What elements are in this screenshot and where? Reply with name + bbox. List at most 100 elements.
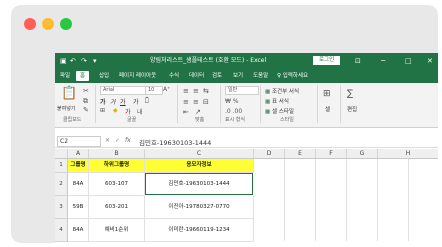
customize-icon[interactable]: ▾: [93, 55, 97, 67]
merge-icon[interactable]: ⊟: [203, 98, 209, 106]
row-header[interactable]: 2: [55, 173, 68, 196]
tab-page-layout[interactable]: 페이지 레이아웃: [119, 71, 156, 81]
tab-home[interactable]: 홈: [76, 71, 90, 81]
cancel-icon[interactable]: ✕: [105, 137, 110, 144]
tell-me-search[interactable]: ♀ 입력하세요: [277, 71, 308, 81]
align-left-icon[interactable]: ≡: [183, 98, 189, 106]
enter-icon[interactable]: ✓: [115, 137, 120, 144]
user-badge[interactable]: 로그인: [313, 56, 341, 65]
font-grow-icon[interactable]: A⁺: [163, 86, 170, 93]
close-dot-icon[interactable]: [24, 18, 36, 30]
empty-cells-area[interactable]: [254, 159, 438, 241]
function-icon[interactable]: fx: [125, 137, 131, 144]
tab-formulas[interactable]: 수식: [169, 71, 179, 81]
cell-styles-label: 셀 스타일: [271, 109, 294, 115]
cell-a4[interactable]: 84A: [68, 219, 89, 242]
undo-icon[interactable]: ↶: [70, 55, 76, 67]
format-as-table-button[interactable]: ▦ 표 서식: [265, 97, 289, 105]
window-title: 양림처리스트_샘플테스트 (호환 모드) - Excel: [150, 57, 267, 64]
format-as-table-label: 표 서식: [271, 99, 289, 105]
decimal-icon[interactable]: .0 .00: [225, 108, 242, 115]
cell-c1[interactable]: 응모자정보: [145, 159, 254, 173]
zoom-dot-icon[interactable]: [60, 18, 72, 30]
name-box[interactable]: C2: [57, 136, 101, 147]
tab-view[interactable]: 보기: [233, 71, 243, 81]
currency-icon[interactable]: ₩ %: [225, 98, 239, 105]
ribbon-options-icon[interactable]: ⊡: [355, 55, 361, 67]
row-header[interactable]: 3: [55, 196, 68, 219]
column-header-g[interactable]: G: [347, 149, 378, 159]
tab-insert[interactable]: 삽입: [99, 71, 109, 81]
cell-b2[interactable]: 603-107: [89, 173, 145, 196]
column-header-a[interactable]: A: [68, 149, 89, 159]
cell-a2[interactable]: 84A: [68, 173, 89, 196]
row-header[interactable]: 1: [55, 159, 68, 173]
formula-input[interactable]: 김민호-19630103-1444: [139, 137, 211, 147]
phonetic-icon[interactable]: 내: [137, 107, 143, 116]
column-header-e[interactable]: E: [285, 149, 316, 159]
align-top-icon[interactable]: ≡: [183, 87, 189, 95]
font-color-icon[interactable]: 가: [125, 107, 131, 116]
format-painter-icon[interactable]: ✎: [83, 106, 89, 114]
italic-icon[interactable]: 가: [110, 97, 116, 106]
number-format-select[interactable]: 일반: [225, 86, 259, 95]
conditional-format-button[interactable]: ▦ 조건부 서식: [265, 87, 299, 95]
column-header-h[interactable]: H: [378, 149, 438, 159]
column-header-f[interactable]: F: [316, 149, 347, 159]
formula-bar: C2 ✕ ✓ fx 김민호-19630103-1444: [55, 135, 438, 148]
close-icon[interactable]: ✕: [427, 55, 433, 67]
cell-c3[interactable]: 이진아-19780327-0770: [145, 196, 254, 219]
minimize-icon[interactable]: ─: [381, 55, 385, 67]
cells-icon[interactable]: ⊞: [323, 89, 331, 99]
fill-color-icon[interactable]: ◆: [113, 107, 118, 114]
cell-styles-button[interactable]: ▦ 셀 스타일: [265, 107, 294, 115]
border-icon[interactable]: ⊞: [100, 107, 105, 114]
bold-icon[interactable]: 가: [100, 97, 106, 106]
tab-file[interactable]: 파일: [60, 71, 70, 81]
wrap-text-icon[interactable]: ⇆: [203, 87, 209, 95]
row-header[interactable]: 4: [55, 219, 68, 242]
ribbon-separator: [177, 85, 178, 123]
cell-c4[interactable]: 이미란-19660119-1234: [145, 219, 254, 242]
minimize-dot-icon[interactable]: [42, 18, 54, 30]
font-name-select[interactable]: Arial: [100, 86, 146, 95]
screenshot-frame: ▣ ↶ ↷ ▾ 양림처리스트_샘플테스트 (호환 모드) - Excel 로그인…: [11, 5, 438, 243]
column-header-c[interactable]: C: [145, 149, 254, 159]
tab-help[interactable]: 도움말: [253, 71, 268, 81]
align-middle-icon[interactable]: ≡: [193, 87, 199, 95]
editing-icon[interactable]: ∑: [347, 89, 353, 99]
indent-icon[interactable]: ⇤: [183, 108, 189, 116]
conditional-format-icon: ▦: [265, 89, 271, 95]
cell-b4[interactable]: 예비1순위: [89, 219, 145, 242]
cell-a1[interactable]: 그룹명: [68, 159, 89, 173]
cell-a3[interactable]: 59B: [68, 196, 89, 219]
tab-review[interactable]: 검토: [212, 71, 222, 81]
cut-icon[interactable]: ✂: [83, 87, 89, 95]
ribbon-separator: [340, 85, 341, 123]
superscript-icon[interactable]: 가̂: [145, 97, 149, 104]
column-header-d[interactable]: D: [254, 149, 285, 159]
select-all-corner[interactable]: [55, 149, 68, 159]
orientation-icon[interactable]: ↗: [195, 108, 201, 116]
maximize-icon[interactable]: □: [405, 55, 412, 67]
tab-data[interactable]: 데이터: [189, 71, 204, 81]
editing-label[interactable]: 편집: [347, 105, 357, 113]
paste-icon[interactable]: 📋: [61, 86, 77, 101]
redo-icon[interactable]: ↷: [81, 55, 87, 67]
align-center-icon[interactable]: ≡: [193, 98, 199, 106]
ribbon-separator: [260, 85, 261, 123]
underline-icon[interactable]: 가: [120, 97, 126, 106]
column-header-b[interactable]: B: [89, 149, 145, 159]
cell-b3[interactable]: 603-201: [89, 196, 145, 219]
worksheet-grid: A B C D E F G H 1 그룹명 하위그룹명 응모자정보 2 84A …: [55, 149, 438, 243]
font-group-label: 글꼴: [127, 117, 137, 123]
strike-icon[interactable]: 가: [133, 97, 139, 106]
cells-label[interactable]: 셀: [325, 105, 330, 113]
paste-label[interactable]: 붙여넣기: [57, 105, 75, 112]
cell-b1[interactable]: 하위그룹명: [89, 159, 145, 173]
font-size-select[interactable]: 10: [145, 86, 163, 95]
title-bar: ▣ ↶ ↷ ▾ 양림처리스트_샘플테스트 (호환 모드) - Excel 로그인…: [55, 53, 438, 69]
copy-icon[interactable]: ⧉: [83, 97, 88, 106]
cell-c2-active[interactable]: 김민호-19630103-1444: [145, 173, 253, 195]
save-icon[interactable]: ▣: [60, 55, 67, 67]
